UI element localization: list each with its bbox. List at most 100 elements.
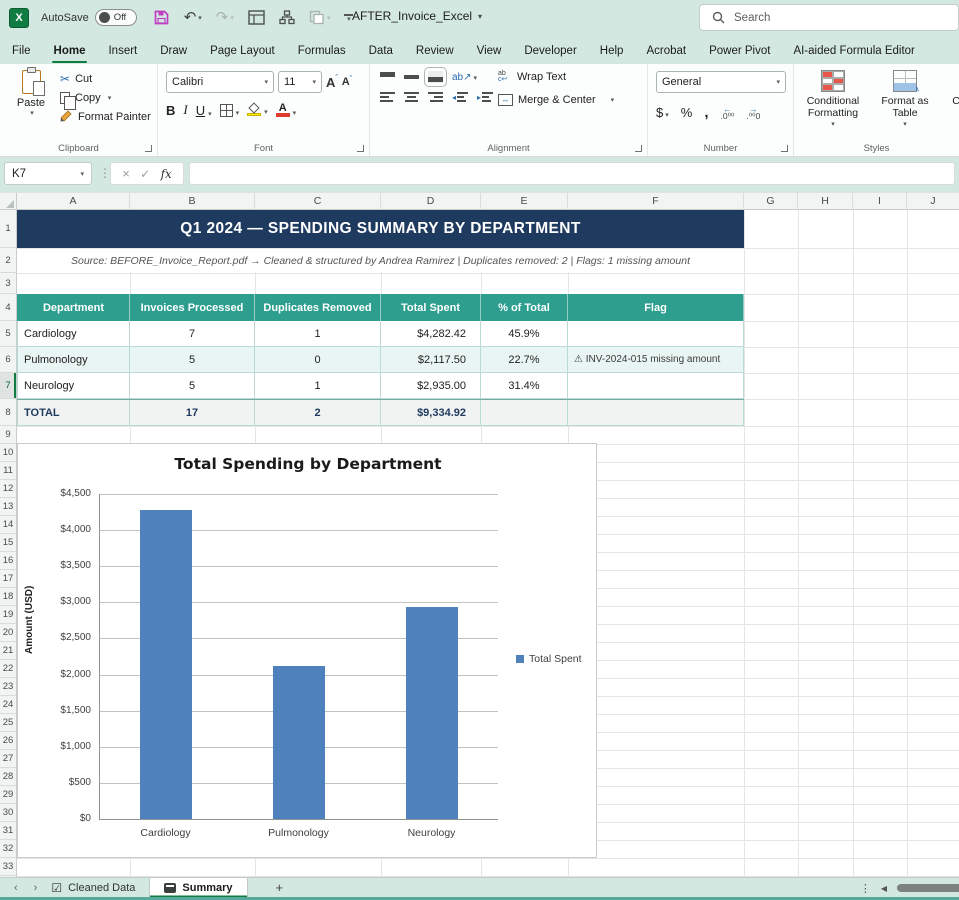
row-header-4[interactable]: 4: [0, 294, 16, 321]
insert-function-button[interactable]: fx: [161, 167, 172, 181]
row-header-19[interactable]: 19: [0, 606, 16, 624]
sheet-tab-summary[interactable]: Summary: [150, 878, 247, 898]
paste-button[interactable]: Paste ▾: [10, 70, 52, 136]
save-button[interactable]: [153, 9, 170, 26]
column-header-G[interactable]: G: [744, 193, 798, 210]
row-header-10[interactable]: 10: [0, 444, 16, 462]
horizontal-scrollbar[interactable]: [897, 884, 959, 892]
cell-total-spent[interactable]: $4,282.42: [381, 321, 481, 347]
cell-flag-warning[interactable]: ⚠ INV-2024-015 missing amount: [568, 347, 744, 373]
header-department[interactable]: Department: [17, 294, 130, 321]
cell-department[interactable]: Cardiology: [17, 321, 130, 347]
top-align-button[interactable]: [380, 71, 395, 83]
vertical-dots-icon[interactable]: ⋮: [860, 882, 871, 895]
cell-styles-button[interactable]: ✎ Cell Styles ▾: [946, 70, 959, 131]
cell-percent[interactable]: 22.7%: [481, 347, 568, 373]
bar-neurology[interactable]: [406, 607, 458, 819]
cell-total-duplicates[interactable]: 2: [255, 400, 381, 426]
row-header-11[interactable]: 11: [0, 462, 16, 480]
sheet-title-cell[interactable]: Q1 2024 — SPENDING SUMMARY BY DEPARTMENT: [17, 210, 744, 248]
cut-button[interactable]: ✂Cut: [60, 72, 151, 86]
format-painter-button[interactable]: Format Painter: [60, 110, 151, 123]
tab-home[interactable]: Home: [54, 45, 86, 57]
cell-total-spent[interactable]: $2,935.00: [381, 373, 481, 399]
tab-data[interactable]: Data: [369, 45, 393, 57]
row-header-24[interactable]: 24: [0, 696, 16, 714]
new-sheet-button[interactable]: +: [276, 880, 284, 895]
increase-decimal-button[interactable]: ←.0⁰⁰: [720, 106, 734, 120]
spreadsheet-grid[interactable]: Q1 2024 — SPENDING SUMMARY BY DEPARTMENT…: [17, 210, 959, 877]
document-title[interactable]: AFTER_Invoice_Excel ▾: [352, 9, 482, 23]
row-header-21[interactable]: 21: [0, 642, 16, 660]
orientation-button[interactable]: ab↗▾: [452, 72, 477, 83]
row-header-33[interactable]: 33: [0, 858, 16, 876]
smartart-button[interactable]: [279, 10, 295, 25]
row-header-28[interactable]: 28: [0, 768, 16, 786]
cell-flag[interactable]: [568, 321, 744, 347]
format-as-table-button[interactable]: ✎ Format as Table ▾: [874, 70, 936, 131]
tab-page-layout[interactable]: Page Layout: [210, 45, 275, 57]
cell-total-spent[interactable]: $2,117.50: [381, 347, 481, 373]
alignment-dialog-launcher-icon[interactable]: [635, 145, 642, 152]
tab-help[interactable]: Help: [600, 45, 624, 57]
column-header-I[interactable]: I: [853, 193, 907, 210]
cell-duplicates[interactable]: 0: [255, 347, 381, 373]
cell-total-spent-sum[interactable]: $9,334.92: [381, 400, 481, 426]
row-header-29[interactable]: 29: [0, 786, 16, 804]
font-size-select[interactable]: 11▾: [278, 71, 322, 93]
cell-duplicates[interactable]: 1: [255, 321, 381, 347]
select-all-corner[interactable]: [0, 193, 17, 210]
align-right-button[interactable]: [428, 91, 443, 103]
row-header-7[interactable]: 7: [0, 373, 16, 399]
increase-indent-button[interactable]: ▸: [477, 91, 493, 103]
fill-color-button[interactable]: ▾: [247, 104, 268, 117]
row-header-22[interactable]: 22: [0, 660, 16, 678]
autosave-toggle[interactable]: Off: [95, 9, 137, 26]
tab-acrobat[interactable]: Acrobat: [646, 45, 686, 57]
cell-invoices[interactable]: 7: [130, 321, 255, 347]
font-family-select[interactable]: Calibri▾: [166, 71, 274, 93]
underline-button[interactable]: U▾: [196, 103, 212, 118]
decrease-decimal-button[interactable]: →.⁰⁰0: [746, 106, 760, 120]
search-input[interactable]: Search: [699, 4, 959, 31]
row-header-9[interactable]: 9: [0, 426, 16, 444]
row-header-14[interactable]: 14: [0, 516, 16, 534]
chevron-down-icon[interactable]: ▾: [198, 14, 202, 22]
number-dialog-launcher-icon[interactable]: [781, 145, 788, 152]
formula-input[interactable]: [189, 162, 955, 185]
align-center-button[interactable]: [404, 91, 419, 103]
merge-center-button[interactable]: ↔ Merge & Center ▾: [498, 94, 614, 106]
row-header-12[interactable]: 12: [0, 480, 16, 498]
row-header-2[interactable]: 2: [0, 248, 16, 273]
row-header-3[interactable]: 3: [0, 273, 16, 294]
tab-review[interactable]: Review: [416, 45, 454, 57]
tab-formulas[interactable]: Formulas: [298, 45, 346, 57]
tab-view[interactable]: View: [477, 45, 502, 57]
conditional-formatting-button[interactable]: Conditional Formatting ▾: [802, 70, 864, 131]
row-header-8[interactable]: 8: [0, 399, 16, 426]
cell-total-invoices[interactable]: 17: [130, 400, 255, 426]
tab-draw[interactable]: Draw: [160, 45, 187, 57]
italic-button[interactable]: I: [183, 102, 187, 118]
wrap-text-button[interactable]: abc↩ Wrap Text: [498, 71, 614, 83]
bar-cardiology[interactable]: [140, 510, 192, 819]
header-invoices-processed[interactable]: Invoices Processed: [130, 294, 255, 321]
row-header-16[interactable]: 16: [0, 552, 16, 570]
source-line-cell[interactable]: Source: BEFORE_Invoice_Report.pdf → Clea…: [17, 249, 744, 272]
row-header-26[interactable]: 26: [0, 732, 16, 750]
column-header-A[interactable]: A: [17, 193, 130, 210]
enter-icon[interactable]: ✓: [140, 167, 150, 181]
row-header-18[interactable]: 18: [0, 588, 16, 606]
clipboard-dialog-launcher-icon[interactable]: [145, 145, 152, 152]
column-header-E[interactable]: E: [481, 193, 568, 210]
header-percent-of-total[interactable]: % of Total: [481, 294, 568, 321]
cell-percent[interactable]: 31.4%: [481, 373, 568, 399]
row-header-30[interactable]: 30: [0, 804, 16, 822]
borders-button[interactable]: ▾: [220, 104, 240, 117]
cancel-icon[interactable]: ×: [122, 166, 130, 181]
cell-empty[interactable]: [568, 400, 744, 426]
name-box[interactable]: K7▾: [4, 162, 92, 185]
column-header-H[interactable]: H: [798, 193, 853, 210]
cell-department[interactable]: Pulmonology: [17, 347, 130, 373]
header-total-spent[interactable]: Total Spent: [381, 294, 481, 321]
